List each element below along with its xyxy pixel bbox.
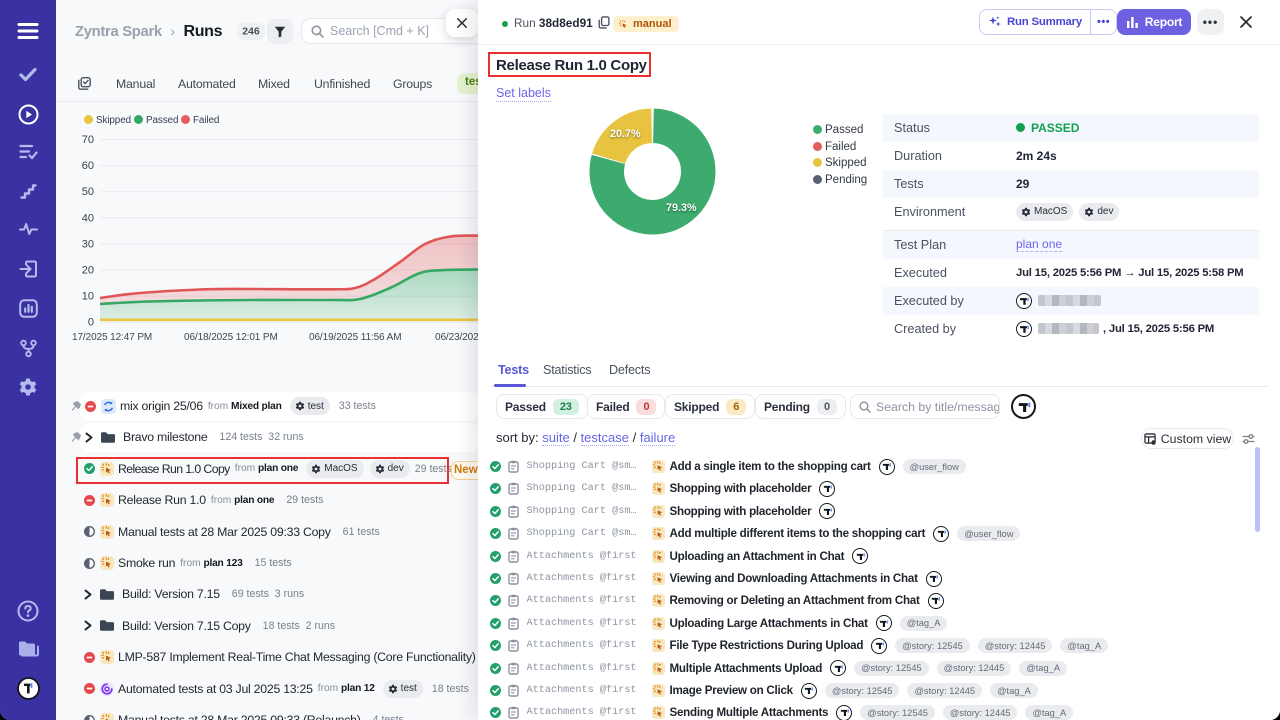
svg-text:10: 10 (82, 291, 94, 303)
svg-text:30: 30 (82, 238, 94, 250)
svg-text:40: 40 (82, 212, 94, 224)
svg-text:50: 50 (82, 186, 94, 198)
svg-text:60: 60 (82, 160, 94, 172)
svg-text:0: 0 (88, 317, 94, 329)
svg-text:20: 20 (82, 265, 94, 277)
svg-text:70: 70 (82, 134, 94, 146)
